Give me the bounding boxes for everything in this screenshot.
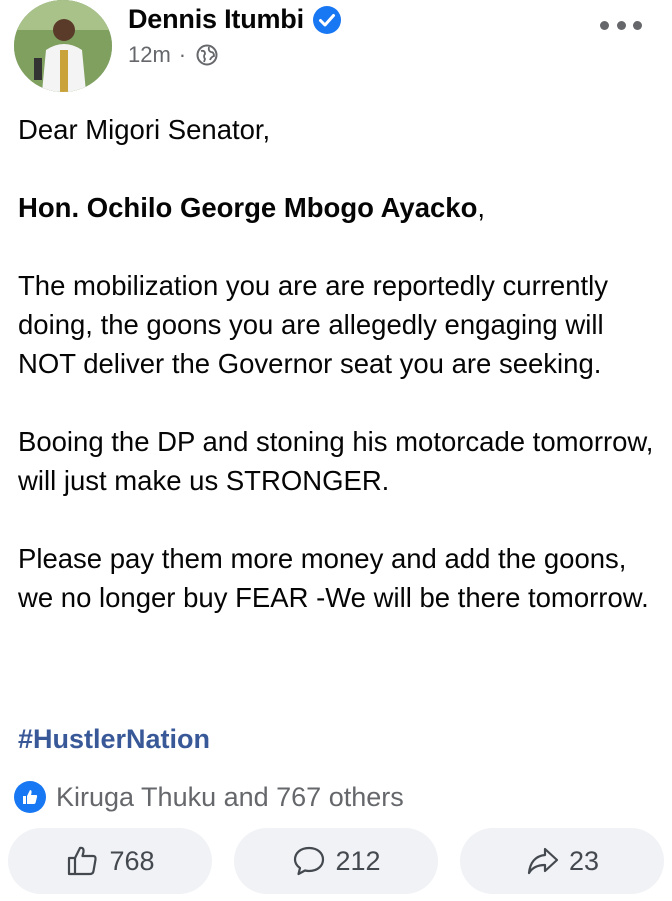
comment-button[interactable]: 212	[234, 828, 438, 894]
post-header: Dennis Itumbi 12m ·	[0, 0, 672, 100]
post-meta: 12m ·	[128, 42, 218, 68]
comment-count: 212	[335, 845, 381, 876]
post-paragraph-2: Booing the DP and stoning his motorcade …	[18, 426, 654, 496]
addressee-comma: ,	[477, 192, 486, 223]
post-paragraph-3: Please pay them more money and add the g…	[18, 543, 649, 613]
author-avatar[interactable]	[14, 0, 112, 92]
more-options-icon[interactable]	[600, 18, 642, 32]
comment-icon	[294, 846, 325, 876]
hashtag-link[interactable]: #HustlerNation	[18, 724, 210, 755]
share-button[interactable]: 23	[460, 828, 664, 894]
action-bar: 768 212 23	[8, 828, 664, 894]
thumbs-up-icon	[68, 846, 98, 876]
post-time[interactable]: 12m	[128, 42, 171, 68]
verified-badge-icon	[312, 5, 342, 35]
share-count: 23	[568, 845, 600, 876]
globe-icon	[196, 44, 218, 66]
post-paragraph-addressee: Hon. Ochilo George Mbogo Ayacko,	[18, 188, 658, 227]
post-paragraph-1: The mobilization you are are reportedly …	[18, 270, 609, 379]
post-body: Dear Migori Senator, Hon. Ochilo George …	[18, 110, 658, 656]
share-icon	[527, 847, 559, 875]
author-name[interactable]: Dennis Itumbi	[128, 4, 304, 35]
meta-separator: ·	[178, 42, 187, 67]
like-button[interactable]: 768	[8, 828, 212, 894]
author-name-row: Dennis Itumbi	[128, 4, 342, 35]
like-reaction-icon	[14, 781, 46, 813]
addressee-name: Hon. Ochilo George Mbogo Ayacko	[18, 192, 478, 223]
reactions-text: Kiruga Thuku and 767 others	[56, 781, 404, 812]
reactions-summary[interactable]: Kiruga Thuku and 767 others	[14, 778, 404, 816]
post-paragraph-greeting: Dear Migori Senator,	[18, 114, 271, 145]
like-count: 768	[109, 845, 155, 876]
